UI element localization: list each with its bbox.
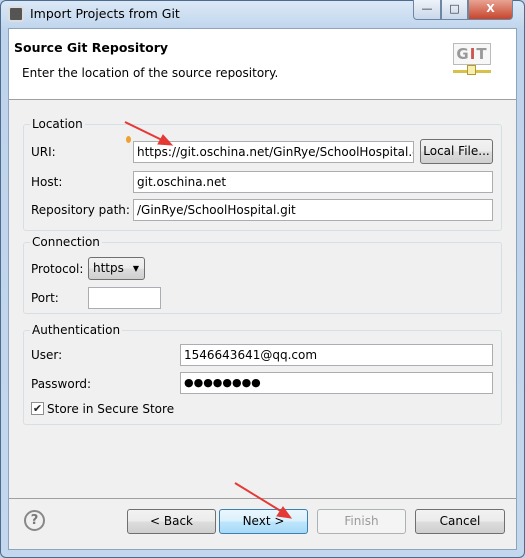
arrow-to-next (234, 482, 293, 519)
annotation-overlay (124, 121, 293, 519)
arrow-to-uri (124, 121, 174, 146)
